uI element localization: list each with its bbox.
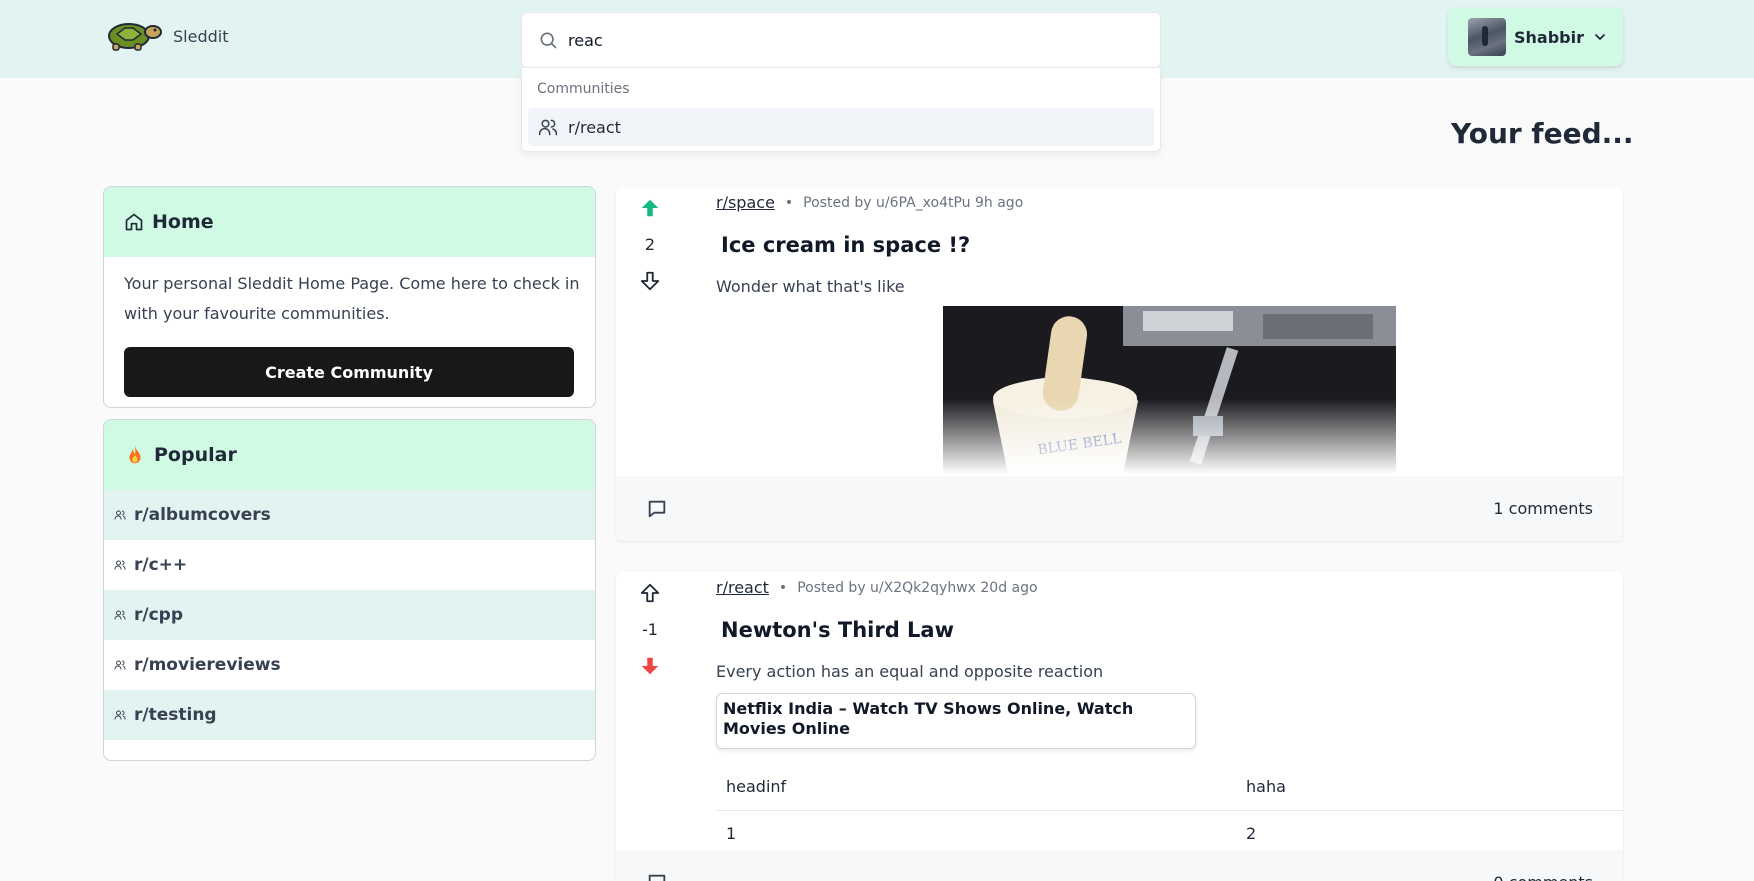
vote-column: -1 xyxy=(616,572,684,677)
search-box[interactable] xyxy=(521,12,1161,68)
upvote-icon[interactable] xyxy=(639,197,661,219)
post-meta: r/react • Posted by u/X2Qk2qyhwx 20d ago xyxy=(716,578,1038,597)
avatar xyxy=(1468,18,1506,56)
turtle-logo-icon xyxy=(108,23,162,51)
comments-count[interactable]: 0 comments xyxy=(1493,873,1593,881)
popular-list: r/albumcovers r/c++ r/cpp r/moviereviews… xyxy=(104,490,595,740)
search-result-react[interactable]: r/react xyxy=(528,108,1154,146)
post-author-time: Posted by u/6PA_xo4tPu 9h ago xyxy=(803,194,1024,211)
vote-column: 2 xyxy=(616,187,684,292)
chevron-down-icon xyxy=(1595,34,1605,40)
post-score: -1 xyxy=(642,620,658,639)
users-icon xyxy=(114,710,126,720)
create-community-button[interactable]: Create Community xyxy=(124,347,574,397)
subreddit-link[interactable]: r/space xyxy=(716,193,775,212)
post-meta: r/space • Posted by u/6PA_xo4tPu 9h ago xyxy=(716,193,1023,212)
home-card-title: Home xyxy=(152,211,214,233)
brand-home-link[interactable]: Sleddit xyxy=(103,20,228,52)
popular-item-label: r/albumcovers xyxy=(134,505,271,525)
search-input[interactable] xyxy=(568,30,1128,50)
subreddit-link[interactable]: r/react xyxy=(716,578,769,597)
post-table: headinf haha 1 2 xyxy=(716,764,1623,856)
users-icon xyxy=(114,660,126,670)
link-preview-card[interactable]: Netflix India – Watch TV Shows Online, W… xyxy=(716,693,1196,749)
post-title[interactable]: Newton's Third Law xyxy=(721,618,954,642)
table-header-row: headinf haha xyxy=(716,764,1623,811)
popular-item[interactable]: r/albumcovers xyxy=(104,490,595,540)
users-icon xyxy=(114,610,126,620)
comments-count[interactable]: 1 comments xyxy=(1493,499,1593,518)
popular-item[interactable]: r/testing xyxy=(104,690,595,740)
post-author-time: Posted by u/X2Qk2qyhwx 20d ago xyxy=(797,579,1038,596)
search-results-dropdown: Communities r/react xyxy=(521,68,1161,152)
home-card: Home Your personal Sleddit Home Page. Co… xyxy=(103,186,596,408)
popular-item-label: r/c++ xyxy=(134,555,188,575)
post-score: 2 xyxy=(644,235,656,254)
table-header-cell: haha xyxy=(1236,764,1623,811)
user-name: Shabbir xyxy=(1514,27,1584,47)
users-icon xyxy=(114,510,126,520)
popular-item[interactable]: r/cpp xyxy=(104,590,595,640)
home-icon xyxy=(125,213,143,231)
search-icon xyxy=(540,32,557,49)
post-body: Wonder what that's like xyxy=(716,277,905,296)
brand-name: Sleddit xyxy=(173,26,229,46)
post-card: 2 r/space • Posted by u/6PA_xo4tPu 9h ag… xyxy=(616,187,1623,541)
flame-icon xyxy=(129,445,141,464)
meta-dot: • xyxy=(784,194,794,211)
feed-title: Your feed... xyxy=(1451,117,1634,150)
post-image: BLUE BELL xyxy=(943,306,1396,474)
users-icon xyxy=(538,119,558,136)
post-title[interactable]: Ice cream in space !? xyxy=(721,233,970,257)
meta-dot: • xyxy=(778,579,788,596)
downvote-icon[interactable] xyxy=(639,655,661,677)
post-card: -1 r/react • Posted by u/X2Qk2qyhwx 20d … xyxy=(616,572,1623,881)
popular-card: Popular r/albumcovers r/c++ r/cpp r/movi… xyxy=(103,419,596,761)
search-result-label: r/react xyxy=(568,117,621,137)
popular-item[interactable]: r/moviereviews xyxy=(104,640,595,690)
home-card-header: Home xyxy=(104,187,595,257)
dropdown-heading: Communities xyxy=(537,81,630,97)
post-body: Every action has an equal and opposite r… xyxy=(716,662,1104,681)
popular-item-label: r/moviereviews xyxy=(134,655,281,675)
home-description: Your personal Sleddit Home Page. Come he… xyxy=(124,274,580,323)
popular-item[interactable]: r/c++ xyxy=(104,540,595,590)
popular-item-label: r/cpp xyxy=(134,605,184,625)
comment-icon[interactable] xyxy=(646,872,668,881)
post-footer: 0 comments xyxy=(616,850,1623,881)
table-header-cell: headinf xyxy=(716,764,1236,811)
popular-card-header: Popular xyxy=(104,420,595,490)
upvote-icon[interactable] xyxy=(639,582,661,604)
comment-icon[interactable] xyxy=(646,498,668,520)
downvote-icon[interactable] xyxy=(639,270,661,292)
top-bar: Sleddit Shabbir xyxy=(0,0,1754,78)
popular-item-label: r/testing xyxy=(134,705,217,725)
post-footer: 1 comments xyxy=(616,476,1623,541)
popular-card-title: Popular xyxy=(154,444,237,466)
user-menu-button[interactable]: Shabbir xyxy=(1448,8,1623,66)
users-icon xyxy=(114,560,126,570)
